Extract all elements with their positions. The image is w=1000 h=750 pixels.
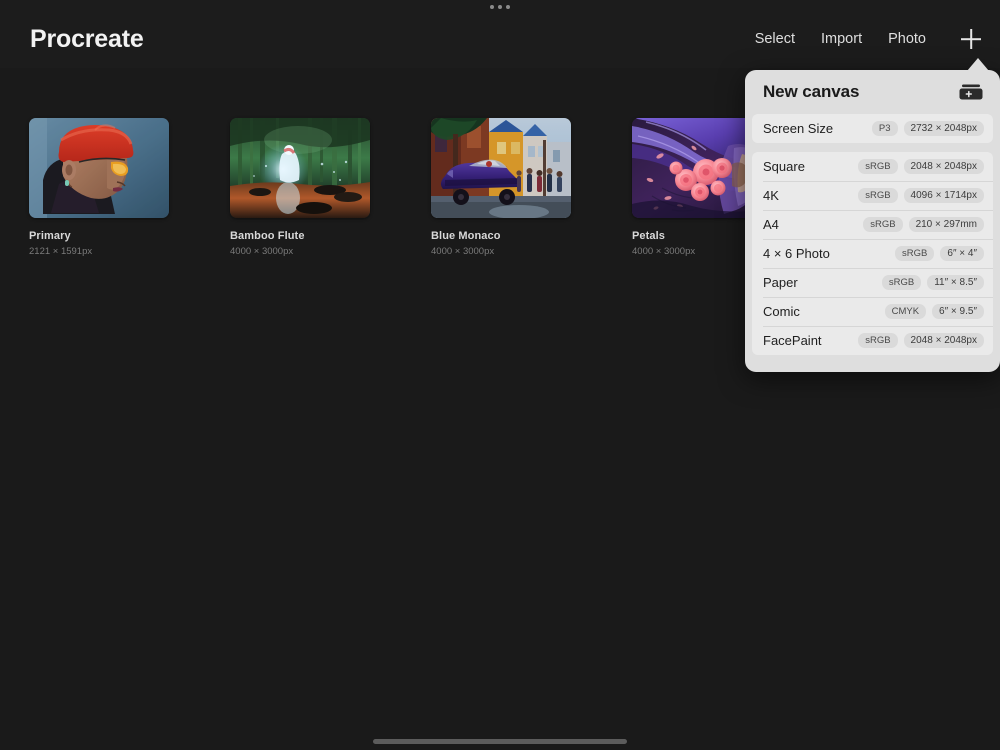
preset-meta: sRGB 6″ × 4″ [895,246,984,261]
preset-name: Screen Size [763,121,834,136]
color-profile-badge: sRGB [881,275,922,290]
top-header-bar: Procreate Select Import Photo [0,0,1000,68]
artwork-title: Blue Monaco [431,230,501,242]
canvas-preset-4k[interactable]: 4K sRGB 4096 × 1714px [752,181,993,210]
artwork-dimensions: 2121 × 1591px [29,246,93,258]
canvas-preset-4x6-photo[interactable]: 4 × 6 Photo sRGB 6″ × 4″ [752,239,993,268]
preset-name: 4 × 6 Photo [763,246,830,261]
canvas-preset-a4[interactable]: A4 sRGB 210 × 297mm [752,210,993,239]
color-profile-badge: sRGB [858,333,898,348]
preset-meta: sRGB 11″ × 8.5″ [881,275,984,290]
preset-name: 4K [763,188,779,203]
canvas-preset-facepaint[interactable]: FacePaint sRGB 2048 × 2048px [752,326,993,355]
procreate-gallery-app: Procreate Select Import Photo Primary 21… [0,0,1000,750]
artwork-card[interactable]: Primary 2121 × 1591px [29,118,169,258]
preset-size-badge: 4096 × 1714px [903,188,984,203]
artwork-title: Primary [29,230,71,242]
preset-meta: sRGB 4096 × 1714px [858,188,984,203]
preset-size-badge: 2048 × 2048px [903,159,984,174]
popover-caret [967,58,989,71]
canvas-plus-icon[interactable] [959,83,983,101]
multitask-dot [506,5,510,9]
color-profile-badge: P3 [871,121,898,136]
preset-meta: CMYK 6″ × 9.5″ [884,304,984,319]
multitasking-control[interactable] [490,5,510,9]
color-profile-badge: CMYK [884,304,927,319]
artwork-card[interactable]: Bamboo Flute 4000 × 3000px [230,118,370,258]
photo-button[interactable]: Photo [888,32,926,47]
canvas-preset-square[interactable]: Square sRGB 2048 × 2048px [752,152,993,181]
preset-size-badge: 210 × 297mm [908,217,984,232]
preset-meta: sRGB 210 × 297mm [863,217,984,232]
popover-header: New canvas [752,70,993,114]
home-indicator[interactable] [373,739,627,744]
color-profile-badge: sRGB [858,159,898,174]
preset-name: Paper [763,275,798,290]
artwork-thumbnail-blue-monaco[interactable] [431,118,571,218]
multitask-dot [490,5,494,9]
preset-name: Comic [763,304,800,319]
canvas-preset-paper[interactable]: Paper sRGB 11″ × 8.5″ [752,268,993,297]
preset-name: Square [763,159,805,174]
import-button[interactable]: Import [821,32,862,47]
nav-actions: Select Import Photo [755,16,984,52]
preset-size-badge: 6″ × 4″ [940,246,984,261]
preset-size-badge: 11″ × 8.5″ [927,275,984,290]
artwork-thumbnail-primary[interactable] [29,118,169,218]
preset-size-badge: 6″ × 9.5″ [932,304,984,319]
plus-icon[interactable] [958,26,984,52]
color-profile-badge: sRGB [863,217,903,232]
preset-meta: sRGB 2048 × 2048px [858,159,984,174]
preset-meta: sRGB 2048 × 2048px [858,333,984,348]
canvas-preset-comic[interactable]: Comic CMYK 6″ × 9.5″ [752,297,993,326]
multitask-dot [498,5,502,9]
preset-meta: P3 2732 × 2048px [871,121,984,136]
color-profile-badge: sRGB [858,188,898,203]
artwork-dimensions: 4000 × 3000px [431,246,495,258]
select-button[interactable]: Select [755,32,795,47]
color-profile-badge: sRGB [895,246,935,261]
artwork-dimensions: 4000 × 3000px [230,246,294,258]
canvas-preset-group-screen: Screen Size P3 2732 × 2048px [752,114,993,143]
canvas-preset-group-list: Square sRGB 2048 × 2048px 4K sRGB 4096 ×… [752,152,993,355]
popover-title: New canvas [763,82,860,101]
preset-size-badge: 2048 × 2048px [903,333,984,348]
artwork-grid: Primary 2121 × 1591px Bamboo Flute 4000 … [29,118,772,258]
preset-size-badge: 2732 × 2048px [903,121,984,136]
preset-name: A4 [763,217,779,232]
artwork-card[interactable]: Blue Monaco 4000 × 3000px [431,118,571,258]
new-canvas-popover: New canvas Screen Size P3 2732 × 2048px [745,70,1000,372]
app-title: Procreate [30,24,144,53]
preset-name: FacePaint [763,333,822,348]
canvas-preset-screen-size[interactable]: Screen Size P3 2732 × 2048px [752,114,993,143]
artwork-title: Bamboo Flute [230,230,305,242]
artwork-thumbnail-bamboo-flute[interactable] [230,118,370,218]
